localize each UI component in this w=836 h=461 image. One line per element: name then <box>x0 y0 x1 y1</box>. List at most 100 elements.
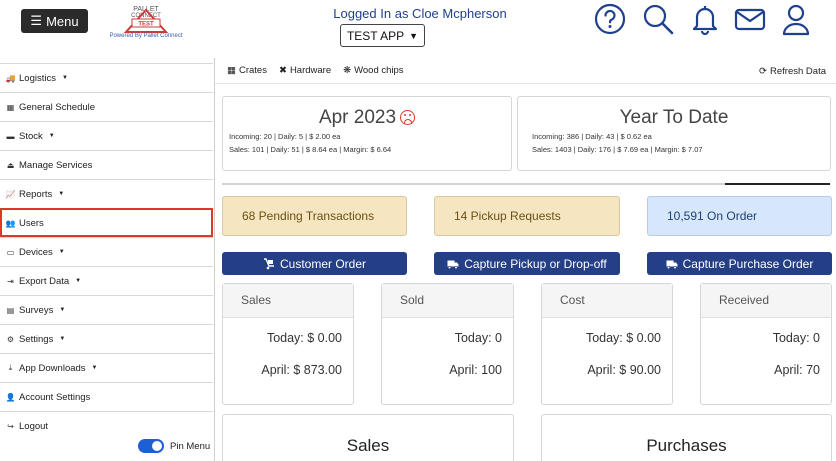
sidebar-item-stock[interactable]: ▬ Stock ▼ <box>0 121 213 150</box>
capture-purchase-label: Capture Purchase Order <box>682 256 814 271</box>
svg-text:CONNECT: CONNECT <box>131 13 161 19</box>
sales-panel-title: Sales <box>346 436 390 455</box>
pickup-requests-box[interactable]: 14 Pickup Requests <box>434 196 620 236</box>
pending-transactions-label: 68 Pending Transactions <box>242 209 375 223</box>
caret-down-icon: ▼ <box>58 249 65 255</box>
refresh-data-button[interactable]: ⟳ Refresh Data <box>759 66 826 77</box>
monitor-icon: ▭ <box>6 247 15 257</box>
app-select-value: TEST APP <box>346 28 405 43</box>
search-icon[interactable] <box>641 2 675 36</box>
stat-today: Today: 0 <box>772 331 820 345</box>
truck-icon <box>447 260 459 269</box>
pending-transactions-box[interactable]: 68 Pending Transactions <box>222 196 407 236</box>
sidebar-item-label: Stock <box>19 130 43 142</box>
received-stat-card: Received Today: 0 April: 70 <box>700 283 832 405</box>
export-icon: ⇥ <box>7 276 14 286</box>
dolly-icon <box>263 257 274 269</box>
sidebar-item-manage-services[interactable]: ⏏ Manage Services <box>0 150 213 179</box>
stat-month: April: 100 <box>449 363 502 377</box>
month-title: Apr 2023 <box>223 107 511 129</box>
sidebar-item-label: Logistics <box>19 72 56 84</box>
sidebar-item-users[interactable]: 👥 Users <box>0 208 213 237</box>
caret-down-icon: ▼ <box>48 133 55 139</box>
pin-menu-toggle[interactable] <box>138 439 164 453</box>
user-icon[interactable] <box>779 2 813 36</box>
ytd-sales: Sales: 1403 | Daily: 176 | $ 7.69 ea | M… <box>532 145 703 154</box>
sidebar-item-reports[interactable]: 📈 Reports ▼ <box>0 179 213 208</box>
sidebar-item-surveys[interactable]: ▤ Surveys ▼ <box>0 295 213 324</box>
sidebar-item-logout[interactable]: ↪ Logout <box>0 411 213 440</box>
customer-order-label: Customer Order <box>279 256 367 271</box>
sidebar-item-label: Account Settings <box>19 391 91 403</box>
sidebar-item-general-schedule[interactable]: ▦ General Schedule <box>0 92 213 121</box>
capture-purchase-button[interactable]: Capture Purchase Order <box>647 252 832 275</box>
sidebar-item-label: Settings <box>19 333 54 345</box>
account-icon: 👤 <box>5 392 16 402</box>
hamburger-icon: ☰ <box>30 13 43 28</box>
caret-down-icon: ▼ <box>59 307 66 313</box>
stat-month: April: $ 873.00 <box>261 363 342 377</box>
truck-icon: 🚚 <box>5 73 16 83</box>
logged-in-user: Logged In as Cloe Mcpherson <box>333 6 507 21</box>
sidebar-item-label: Logout <box>19 420 49 432</box>
month-summary-card: Apr 2023 Incoming: 20 | Daily: 5 | $ 2.0… <box>222 96 512 171</box>
stat-title: Sales <box>223 284 353 318</box>
chevron-down-icon: ▼ <box>409 30 419 41</box>
pallet-connect-logo[interactable]: PALLET CONNECT TEST <box>108 2 184 46</box>
pickup-requests-label: 14 Pickup Requests <box>454 209 561 223</box>
sold-stat-card: Sold Today: 0 April: 100 <box>381 283 514 405</box>
sidebar-item-label: App Downloads <box>19 362 86 374</box>
top-header: ☰ Menu PALLET CONNECT TEST Powered By Pa… <box>0 0 836 58</box>
sales-stat-card: Sales Today: $ 0.00 April: $ 873.00 <box>222 283 354 405</box>
sidebar-item-logistics[interactable]: 🚚 Logistics ▼ <box>0 63 213 92</box>
calendar-icon: ▦ <box>6 102 15 112</box>
menu-button[interactable]: ☰ Menu <box>21 9 88 33</box>
stat-title: Received <box>701 284 831 318</box>
sidebar-item-label: Surveys <box>19 304 54 316</box>
on-order-box[interactable]: 10,591 On Order <box>647 196 832 236</box>
customer-order-button[interactable]: Customer Order <box>222 252 407 275</box>
capture-pickup-button[interactable]: Capture Pickup or Drop-off <box>434 252 620 275</box>
bell-icon[interactable] <box>688 2 722 36</box>
on-order-label: 10,591 On Order <box>667 209 758 223</box>
category-label: Hardware <box>289 65 332 76</box>
sidebar-item-account-settings[interactable]: 👤 Account Settings <box>0 382 213 411</box>
app-select[interactable]: TEST APP ▼ <box>340 24 425 47</box>
ytd-title: Year To Date <box>619 107 729 128</box>
chart-icon: 📈 <box>5 189 16 199</box>
sales-panel: Sales <box>222 414 514 461</box>
stat-title: Sold <box>382 284 513 318</box>
capture-pickup-label: Capture Pickup or Drop-off <box>464 256 607 271</box>
mail-icon[interactable] <box>733 2 767 36</box>
category-crates[interactable]: ▦ Crates <box>227 65 267 76</box>
pin-menu: Pin Menu <box>138 439 210 453</box>
sad-face-icon <box>400 110 416 125</box>
refresh-label: Refresh Data <box>770 66 826 77</box>
eject-icon: ⏏ <box>6 160 15 170</box>
tools-icon: ✖ <box>278 65 287 76</box>
refresh-icon: ⟳ <box>759 66 768 77</box>
sidebar-item-app-downloads[interactable]: ⤓ App Downloads ▼ <box>0 353 213 382</box>
caret-down-icon: ▼ <box>75 278 82 284</box>
powered-by-text: Powered By Pallet Connect <box>109 33 183 39</box>
leaf-icon: ❋ <box>343 65 352 76</box>
caret-down-icon: ▼ <box>61 75 68 81</box>
purchases-panel: Purchases <box>541 414 832 461</box>
stat-month: April: $ 90.00 <box>587 363 661 377</box>
section-divider-active <box>725 183 830 185</box>
download-icon: ⤓ <box>8 363 13 372</box>
sidebar-item-settings[interactable]: ⚙ Settings ▼ <box>0 324 213 353</box>
sidebar-item-export-data[interactable]: ⇥ Export Data ▼ <box>0 266 213 295</box>
category-hardware[interactable]: ✖ Hardware <box>279 65 331 76</box>
sidebar-item-label: Export Data <box>19 275 70 287</box>
month-title-text: Apr 2023 <box>318 107 397 128</box>
sidebar-item-devices[interactable]: ▭ Devices ▼ <box>0 237 213 266</box>
caret-down-icon: ▼ <box>58 191 65 197</box>
logout-icon: ↪ <box>7 421 14 431</box>
ytd-summary-card: Year To Date Incoming: 386 | Daily: 43 |… <box>517 96 831 171</box>
help-icon[interactable] <box>593 2 627 36</box>
sidebar-item-label: Users <box>19 217 44 229</box>
category-wood-chips[interactable]: ❋ Wood chips <box>343 65 403 76</box>
sidebar-item-label: Reports <box>19 188 53 200</box>
stat-title: Cost <box>542 284 672 318</box>
